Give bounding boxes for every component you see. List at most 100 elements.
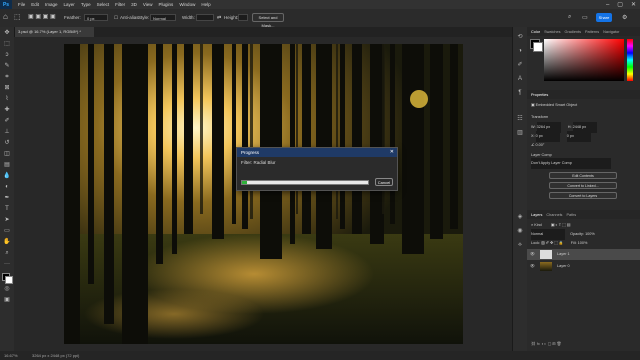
- selection-mode-icons[interactable]: ▣ ▣ ▣ ▣: [28, 13, 56, 20]
- lasso-tool-icon[interactable]: ↄ: [3, 51, 11, 59]
- move-tool-icon[interactable]: ✥: [3, 29, 11, 37]
- layer-row[interactable]: 👁 Layer 0: [527, 261, 640, 272]
- tab-navigator[interactable]: Navigator: [603, 30, 619, 34]
- pen-tool-icon[interactable]: ✒: [3, 194, 11, 202]
- libraries-panel-icon[interactable]: ▥: [516, 129, 524, 137]
- tab-channels[interactable]: Channels: [546, 213, 562, 217]
- menu-help[interactable]: Help: [201, 2, 210, 7]
- document-canvas-image[interactable]: [64, 44, 463, 344]
- paragraph-panel-icon[interactable]: ¶: [516, 89, 524, 97]
- menu-filter[interactable]: Filter: [115, 2, 125, 7]
- convert-layers-button[interactable]: Convert to Layers: [549, 192, 617, 199]
- document-size[interactable]: 3264 px x 2448 px (72 ppi): [32, 351, 79, 360]
- channels-panel-icon[interactable]: ◉: [516, 227, 524, 235]
- lock-icons[interactable]: ▨ ✐ ✥ ⬚ 🔒: [541, 241, 564, 245]
- hand-tool-icon[interactable]: ✋: [3, 238, 11, 246]
- history-panel-icon[interactable]: ⟲: [516, 33, 524, 41]
- menu-type[interactable]: Type: [81, 2, 91, 7]
- more-tools-icon[interactable]: ···: [3, 260, 11, 268]
- workspace-icon[interactable]: ▭: [582, 14, 588, 21]
- kind-filter-select[interactable]: Kind: [534, 223, 542, 227]
- layers-footer-icons[interactable]: ⛓ fx ◑ ◐ ▢ ⊞ 🗑: [527, 339, 640, 350]
- character-panel-icon[interactable]: A: [516, 75, 524, 83]
- tab-properties[interactable]: Properties: [531, 93, 548, 97]
- close-icon[interactable]: ✕: [631, 1, 636, 8]
- layers-panel-icon[interactable]: ◈: [516, 213, 524, 221]
- eraser-tool-icon[interactable]: ◫: [3, 150, 11, 158]
- document-tab[interactable]: 3.psd @ 16.7% (Layer 1, RGB/8*) *: [14, 27, 94, 37]
- fill-input[interactable]: 100%: [578, 241, 588, 245]
- edit-contents-button[interactable]: Edit Contents: [549, 172, 617, 179]
- visibility-eye-icon[interactable]: 👁: [530, 249, 535, 260]
- opacity-input[interactable]: 100%: [585, 232, 595, 236]
- menu-view[interactable]: View: [143, 2, 153, 7]
- color-bg-swatch[interactable]: [533, 42, 543, 52]
- quick-mask-icon[interactable]: ◎: [3, 285, 11, 293]
- crop-tool-icon[interactable]: ⌗: [3, 73, 11, 81]
- history-brush-tool-icon[interactable]: ↺: [3, 139, 11, 147]
- width-input[interactable]: [196, 14, 214, 21]
- feather-input[interactable]: 0 px: [84, 14, 108, 21]
- zoom-level[interactable]: 16.67%: [4, 351, 18, 360]
- settings-icon[interactable]: ⚙: [622, 14, 627, 21]
- menu-plugins[interactable]: Plugins: [159, 2, 174, 7]
- swap-icon[interactable]: ⇄: [217, 15, 221, 21]
- menu-image[interactable]: Image: [45, 2, 58, 7]
- h-label: H:: [567, 125, 572, 129]
- healing-brush-tool-icon[interactable]: ✚: [3, 106, 11, 114]
- menu-edit[interactable]: Edit: [31, 2, 39, 7]
- home-icon[interactable]: ⌂: [3, 12, 8, 21]
- paths-panel-icon[interactable]: ⟡: [516, 241, 524, 249]
- rectangle-tool-icon[interactable]: ▭: [3, 227, 11, 235]
- menu-window[interactable]: Window: [179, 2, 195, 7]
- quick-select-tool-icon[interactable]: ✎: [3, 62, 11, 70]
- zoom-tool-icon[interactable]: ⌕: [3, 249, 11, 257]
- hue-slider[interactable]: [627, 39, 633, 81]
- blur-tool-icon[interactable]: 💧: [3, 172, 11, 180]
- eyedropper-tool-icon[interactable]: ⌇: [3, 95, 11, 103]
- height-input[interactable]: [238, 14, 248, 21]
- share-button[interactable]: Share: [596, 13, 612, 22]
- properties-panel-icon[interactable]: ☷: [516, 115, 524, 123]
- select-and-mask-button[interactable]: Select and Mask...: [252, 13, 284, 28]
- tab-gradients[interactable]: Gradients: [565, 30, 581, 34]
- filter-icons[interactable]: ▣ ◐ T ⬚ ▤: [551, 223, 570, 227]
- anti-alias-checkbox[interactable]: ☐: [114, 15, 118, 21]
- artboard-tool-icon[interactable]: ⬚: [3, 40, 11, 48]
- dodge-tool-icon[interactable]: ◐: [3, 183, 11, 191]
- tab-swatches[interactable]: Swatches: [544, 30, 560, 34]
- menu-file[interactable]: File: [18, 2, 25, 7]
- convert-linked-button[interactable]: Convert to Linked...: [549, 182, 617, 189]
- path-selection-tool-icon[interactable]: ➤: [3, 216, 11, 224]
- tab-paths[interactable]: Paths: [566, 213, 576, 217]
- layer-row[interactable]: 👁 Layer 1: [527, 249, 640, 260]
- background-color-swatch[interactable]: [5, 276, 13, 284]
- menu-layer[interactable]: Layer: [64, 2, 75, 7]
- frame-tool-icon[interactable]: ⊠: [3, 84, 11, 92]
- style-select[interactable]: Normal: [150, 14, 176, 21]
- maximize-icon[interactable]: ▢: [617, 1, 623, 8]
- marquee-tool-icon[interactable]: ⬚: [14, 13, 21, 21]
- angle-input[interactable]: 0.00°: [535, 143, 544, 147]
- menu-3d[interactable]: 3D: [131, 2, 137, 7]
- tab-layers[interactable]: Layers: [531, 213, 542, 217]
- tab-patterns[interactable]: Patterns: [585, 30, 599, 34]
- gradient-tool-icon[interactable]: ▤: [3, 161, 11, 169]
- layer-comp-select[interactable]: Don't Apply Layer Comp: [531, 158, 611, 169]
- visibility-eye-icon[interactable]: 👁: [530, 261, 535, 272]
- adjustments-panel-icon[interactable]: ◑: [516, 47, 524, 55]
- layer-name[interactable]: Layer 1: [557, 249, 570, 260]
- menu-select[interactable]: Select: [97, 2, 110, 7]
- screen-mode-icon[interactable]: ▣: [3, 296, 11, 304]
- close-icon[interactable]: ✕: [390, 148, 394, 157]
- layer-name[interactable]: Layer 0: [557, 261, 570, 272]
- brush-settings-icon[interactable]: ✐: [516, 61, 524, 69]
- type-tool-icon[interactable]: T: [3, 205, 11, 213]
- color-field[interactable]: [544, 39, 624, 81]
- minimize-icon[interactable]: –: [606, 2, 609, 8]
- search-icon[interactable]: ⌕: [568, 14, 571, 21]
- brush-tool-icon[interactable]: ✐: [3, 117, 11, 125]
- tab-color[interactable]: Color: [531, 30, 540, 34]
- cancel-button[interactable]: Cancel: [375, 178, 393, 186]
- clone-stamp-tool-icon[interactable]: ⊥: [3, 128, 11, 136]
